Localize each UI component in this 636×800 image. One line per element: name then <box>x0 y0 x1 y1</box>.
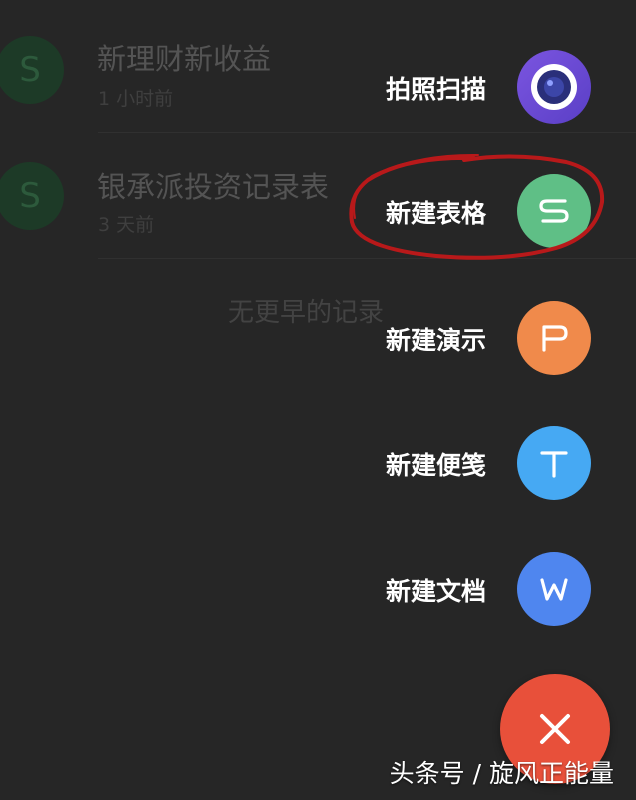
fab-label[interactable]: 新建便笺 <box>386 446 486 482</box>
document-w-icon[interactable] <box>517 552 591 626</box>
fab-item-new-document[interactable]: 新建文档 <box>0 552 636 632</box>
note-t-icon[interactable] <box>517 426 591 500</box>
sheet-s-icon[interactable] <box>517 174 591 248</box>
presentation-p-icon[interactable] <box>517 301 591 375</box>
fab-item-new-note[interactable]: 新建便笺 <box>0 426 636 506</box>
screen: S 新理财新收益 1 小时前 S 银承派投资记录表 3 天前 无更早的记录 拍照… <box>0 0 636 800</box>
fab-item-new-sheet[interactable]: 新建表格 <box>0 174 636 254</box>
fab-item-scan[interactable]: 拍照扫描 <box>0 50 636 130</box>
fab-item-new-presentation[interactable]: 新建演示 <box>0 301 636 381</box>
divider <box>98 258 636 259</box>
fab-label[interactable]: 拍照扫描 <box>386 70 486 106</box>
camera-icon[interactable] <box>517 50 591 124</box>
fab-label[interactable]: 新建表格 <box>386 194 486 230</box>
fab-label[interactable]: 新建文档 <box>386 572 486 608</box>
watermark: 头条号 / 旋风正能量 <box>389 759 614 788</box>
fab-label[interactable]: 新建演示 <box>386 321 486 357</box>
